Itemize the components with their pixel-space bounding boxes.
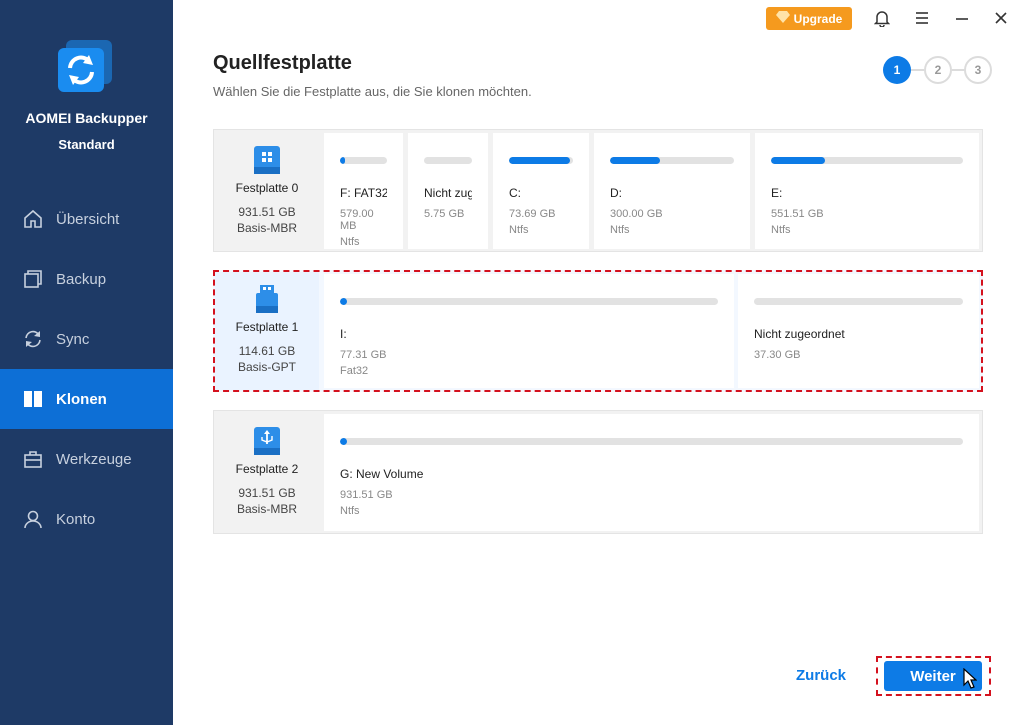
usb-disk-icon — [253, 426, 281, 456]
close-icon[interactable] — [991, 8, 1011, 28]
disk-type: Basis-MBR — [236, 221, 297, 235]
partition-usage-bar — [340, 298, 718, 305]
partition-name: Nicht zug... — [424, 186, 472, 200]
partition-size: 579.00 MB — [340, 208, 374, 232]
partition-card[interactable]: Nicht zugeordnet 37.30 GB — [738, 274, 979, 388]
partition-fs: Ntfs — [509, 224, 529, 236]
step-1: 1 — [883, 56, 911, 84]
partition-name: D: — [610, 186, 622, 200]
partition-name: F: FAT32 — [340, 186, 387, 200]
partition-name: I: — [340, 327, 347, 341]
upgrade-label: Upgrade — [793, 11, 843, 26]
menu-icon[interactable] — [912, 8, 932, 28]
partition-usage-bar — [610, 157, 734, 164]
disk-type: Basis-MBR — [236, 502, 297, 516]
partition-card[interactable]: D: 300.00 GB Ntfs — [594, 133, 750, 249]
disk-info: Festplatte 2 931.51 GB Basis-MBR — [214, 411, 320, 533]
sidebar-item-label: Übersicht — [56, 210, 120, 228]
disk-name: Festplatte 2 — [235, 462, 299, 476]
step-2: 2 — [924, 56, 952, 84]
disk-name: Festplatte 1 — [235, 320, 299, 334]
partition-fs: Ntfs — [340, 505, 360, 517]
disk-type: Basis-GPT — [237, 360, 296, 374]
partition-usage-bar — [340, 157, 387, 164]
step-connector — [911, 69, 924, 71]
back-button[interactable]: Zurück — [796, 667, 846, 684]
partition-card[interactable]: F: FAT32 579.00 MB Ntfs — [324, 133, 403, 249]
partition-fs: Ntfs — [340, 236, 360, 248]
disk-row-0[interactable]: Festplatte 0 931.51 GB Basis-MBR F: FAT3… — [213, 129, 983, 252]
disk-row-2[interactable]: Festplatte 2 931.51 GB Basis-MBR G: New … — [213, 410, 983, 534]
sidebar-nav: Übersicht Backup Sync Klonen Werkzeuge K… — [0, 189, 173, 549]
partition-usage-bar — [340, 438, 963, 445]
sidebar-item-sync[interactable]: Sync — [0, 309, 173, 369]
app-name: AOMEI Backupper — [25, 110, 148, 126]
partition-name: E: — [771, 186, 783, 200]
partition-card[interactable]: C: 73.69 GB Ntfs — [493, 133, 589, 249]
disk-size: 931.51 GB — [238, 486, 296, 500]
sidebar-item-overview[interactable]: Übersicht — [0, 189, 173, 249]
disk-name: Festplatte 0 — [235, 181, 299, 195]
partition-name: Nicht zugeordnet — [754, 327, 845, 341]
step-indicator: 1 2 3 — [883, 56, 993, 84]
sidebar-item-clone[interactable]: Klonen — [0, 369, 173, 429]
sidebar-item-tools[interactable]: Werkzeuge — [0, 429, 173, 489]
home-icon — [22, 208, 44, 230]
partition-fs: Fat32 — [340, 365, 369, 377]
minimize-icon[interactable] — [952, 8, 972, 28]
partition-fs: Ntfs — [610, 224, 630, 236]
sidebar-item-label: Sync — [56, 330, 90, 348]
partition-card[interactable]: G: New Volume 931.51 GB Ntfs — [324, 414, 979, 531]
mouse-cursor-icon — [963, 667, 978, 695]
partition-size: 931.51 GB — [340, 489, 393, 501]
clone-icon — [22, 388, 44, 410]
sidebar-item-backup[interactable]: Backup — [0, 249, 173, 309]
sidebar-item-label: Werkzeuge — [56, 450, 132, 468]
sidebar-item-label: Klonen — [56, 390, 107, 408]
backup-icon — [22, 268, 44, 290]
usb-drive-icon — [253, 284, 281, 314]
partition-name: C: — [509, 186, 521, 200]
partition-size: 77.31 GB — [340, 349, 387, 361]
partition-size: 37.30 GB — [754, 349, 801, 361]
partition-usage-bar — [424, 157, 472, 164]
disk-info: Festplatte 1 114.61 GB Basis-GPT — [215, 272, 319, 390]
partition-card[interactable]: I: 77.31 GB Fat32 — [324, 274, 734, 388]
partition-usage-bar — [771, 157, 963, 164]
disk-info: Festplatte 0 931.51 GB Basis-MBR — [214, 130, 320, 251]
partition-name: G: New Volume — [340, 467, 424, 481]
toolbox-icon — [22, 448, 44, 470]
partition-size: 5.75 GB — [424, 208, 465, 220]
sidebar-item-label: Backup — [56, 270, 107, 288]
diamond-icon — [775, 11, 790, 26]
app-logo-icon — [56, 38, 116, 96]
sidebar: AOMEI Backupper Standard Übersicht Backu… — [0, 0, 173, 725]
partition-usage-bar — [509, 157, 573, 164]
partition-size: 551.51 GB — [771, 208, 824, 220]
sidebar-item-account[interactable]: Konto — [0, 489, 173, 549]
disk-row-1[interactable]: Festplatte 1 114.61 GB Basis-GPT I: 77.3… — [213, 270, 983, 392]
sync-icon — [22, 328, 44, 350]
partition-card[interactable]: E: 551.51 GB Ntfs — [755, 133, 979, 249]
upgrade-button[interactable]: Upgrade — [766, 7, 852, 30]
partition-size: 73.69 GB — [509, 208, 556, 220]
app-edition: Standard — [58, 137, 115, 152]
page-title: Quellfestplatte — [213, 52, 352, 74]
bell-icon[interactable] — [872, 8, 892, 28]
disk-size: 931.51 GB — [238, 205, 296, 219]
hard-disk-icon — [253, 145, 281, 175]
partition-card[interactable]: Nicht zug... 5.75 GB — [408, 133, 488, 249]
partition-size: 300.00 GB — [610, 208, 663, 220]
partition-usage-bar — [754, 298, 963, 305]
page-subtitle: Wählen Sie die Festplatte aus, die Sie k… — [213, 84, 532, 99]
partition-fs: Ntfs — [771, 224, 791, 236]
disk-size: 114.61 GB — [238, 344, 296, 358]
step-3: 3 — [964, 56, 992, 84]
user-icon — [22, 508, 44, 530]
sidebar-item-label: Konto — [56, 510, 96, 528]
